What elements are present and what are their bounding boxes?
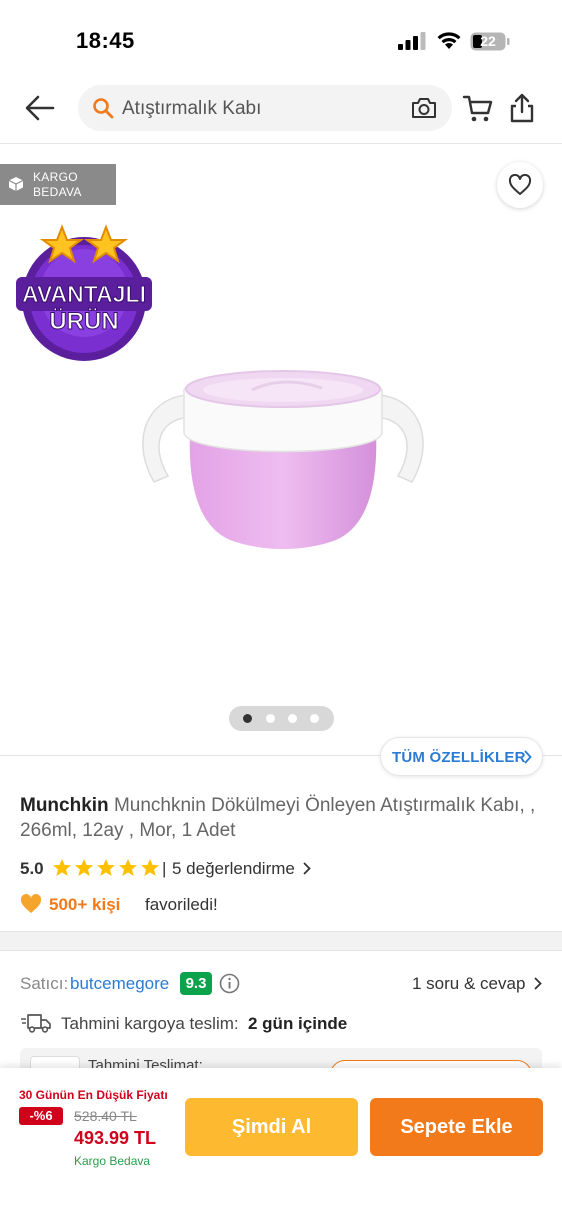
all-features-label: TÜM ÖZELLİKLER — [392, 749, 526, 766]
pagination-dot[interactable] — [310, 714, 319, 723]
qa-label: 1 soru & cevap — [412, 974, 526, 993]
product-brand[interactable]: Munchkin — [20, 795, 109, 816]
favorites-text: favoriledi! — [145, 895, 218, 914]
info-icon[interactable] — [219, 973, 240, 994]
seller-name[interactable]: butcemegore — [70, 974, 169, 994]
heart-icon — [508, 174, 532, 195]
pagination-dot[interactable] — [266, 714, 275, 723]
status-bar: 18:45 22 — [0, 0, 562, 80]
seller-score-badge: 9.3 — [180, 972, 212, 995]
wifi-icon — [437, 32, 461, 49]
cellular-signal-icon — [398, 32, 426, 50]
rating-separator: | — [162, 859, 167, 878]
search-input[interactable]: Atıştırmalık Kabı — [122, 98, 261, 120]
top-nav: Atıştırmalık Kabı — [0, 80, 562, 144]
buy-now-button[interactable]: Şimdi Al — [185, 1098, 358, 1156]
discount-badge: -%6 — [19, 1107, 63, 1125]
chevron-right-icon — [303, 862, 311, 875]
delivery-value: 2 gün içinde — [248, 1014, 348, 1033]
product-image — [142, 370, 424, 549]
seller-label: Satıcı: — [20, 974, 69, 993]
cart-icon[interactable] — [462, 94, 494, 124]
lowest-price-label: 30 Günün En Düşük Fiyatı — [19, 1088, 168, 1102]
free-shipping-label: Kargo Bedava — [74, 1154, 151, 1168]
status-time: 18:45 — [76, 28, 135, 53]
pagination-dot[interactable] — [243, 714, 252, 723]
favorites-count: 500+ kişi — [49, 895, 121, 914]
search-icon — [93, 98, 114, 119]
qa-link[interactable]: 1 soru & cevap — [412, 974, 542, 994]
current-price: 493.99 TL — [74, 1128, 157, 1148]
delivery-label: Tahmini kargoya teslim: — [61, 1014, 239, 1033]
cargo-label-1: KARGO — [33, 170, 78, 184]
bottom-purchase-bar: 30 Günün En Düşük Fiyatı -%6 528.40 TL 4… — [0, 1068, 562, 1221]
camera-search-icon[interactable] — [410, 95, 438, 121]
share-icon[interactable] — [508, 92, 536, 124]
pagination-dot[interactable] — [288, 714, 297, 723]
section-separator — [0, 931, 562, 951]
favorite-button[interactable] — [497, 162, 543, 208]
chevron-right-icon — [524, 750, 532, 764]
back-arrow-icon[interactable] — [22, 92, 58, 124]
old-price: 528.40 TL — [74, 1108, 137, 1124]
add-to-cart-button[interactable]: Sepete Ekle — [370, 1098, 543, 1156]
box-icon — [8, 177, 24, 191]
badge-line-1: AVANTAJLI — [22, 281, 146, 307]
rating-count[interactable]: 5 değerlendirme — [172, 859, 295, 879]
free-cargo-badge: KARGO BEDAVA — [0, 164, 116, 205]
battery-level: 22 — [480, 33, 496, 49]
product-gallery[interactable]: KARGO BEDAVA AVANTAJLI ÜRÜN — [0, 145, 562, 755]
badge-line-2: ÜRÜN — [49, 308, 118, 335]
search-bar[interactable]: Atıştırmalık Kabı — [78, 85, 452, 131]
image-pagination[interactable] — [229, 706, 334, 731]
product-title: Munchkin Munchknin Dökülmeyi Önleyen Atı… — [20, 793, 540, 843]
battery-icon: 22 — [470, 32, 510, 51]
all-features-button[interactable]: TÜM ÖZELLİKLER — [380, 737, 543, 776]
orange-heart-icon — [20, 894, 42, 913]
rating-stars — [53, 859, 159, 876]
chevron-right-icon — [534, 977, 542, 990]
cargo-label-2: BEDAVA — [33, 185, 82, 199]
rating-score: 5.0 — [20, 859, 44, 878]
truck-icon — [21, 1014, 51, 1033]
